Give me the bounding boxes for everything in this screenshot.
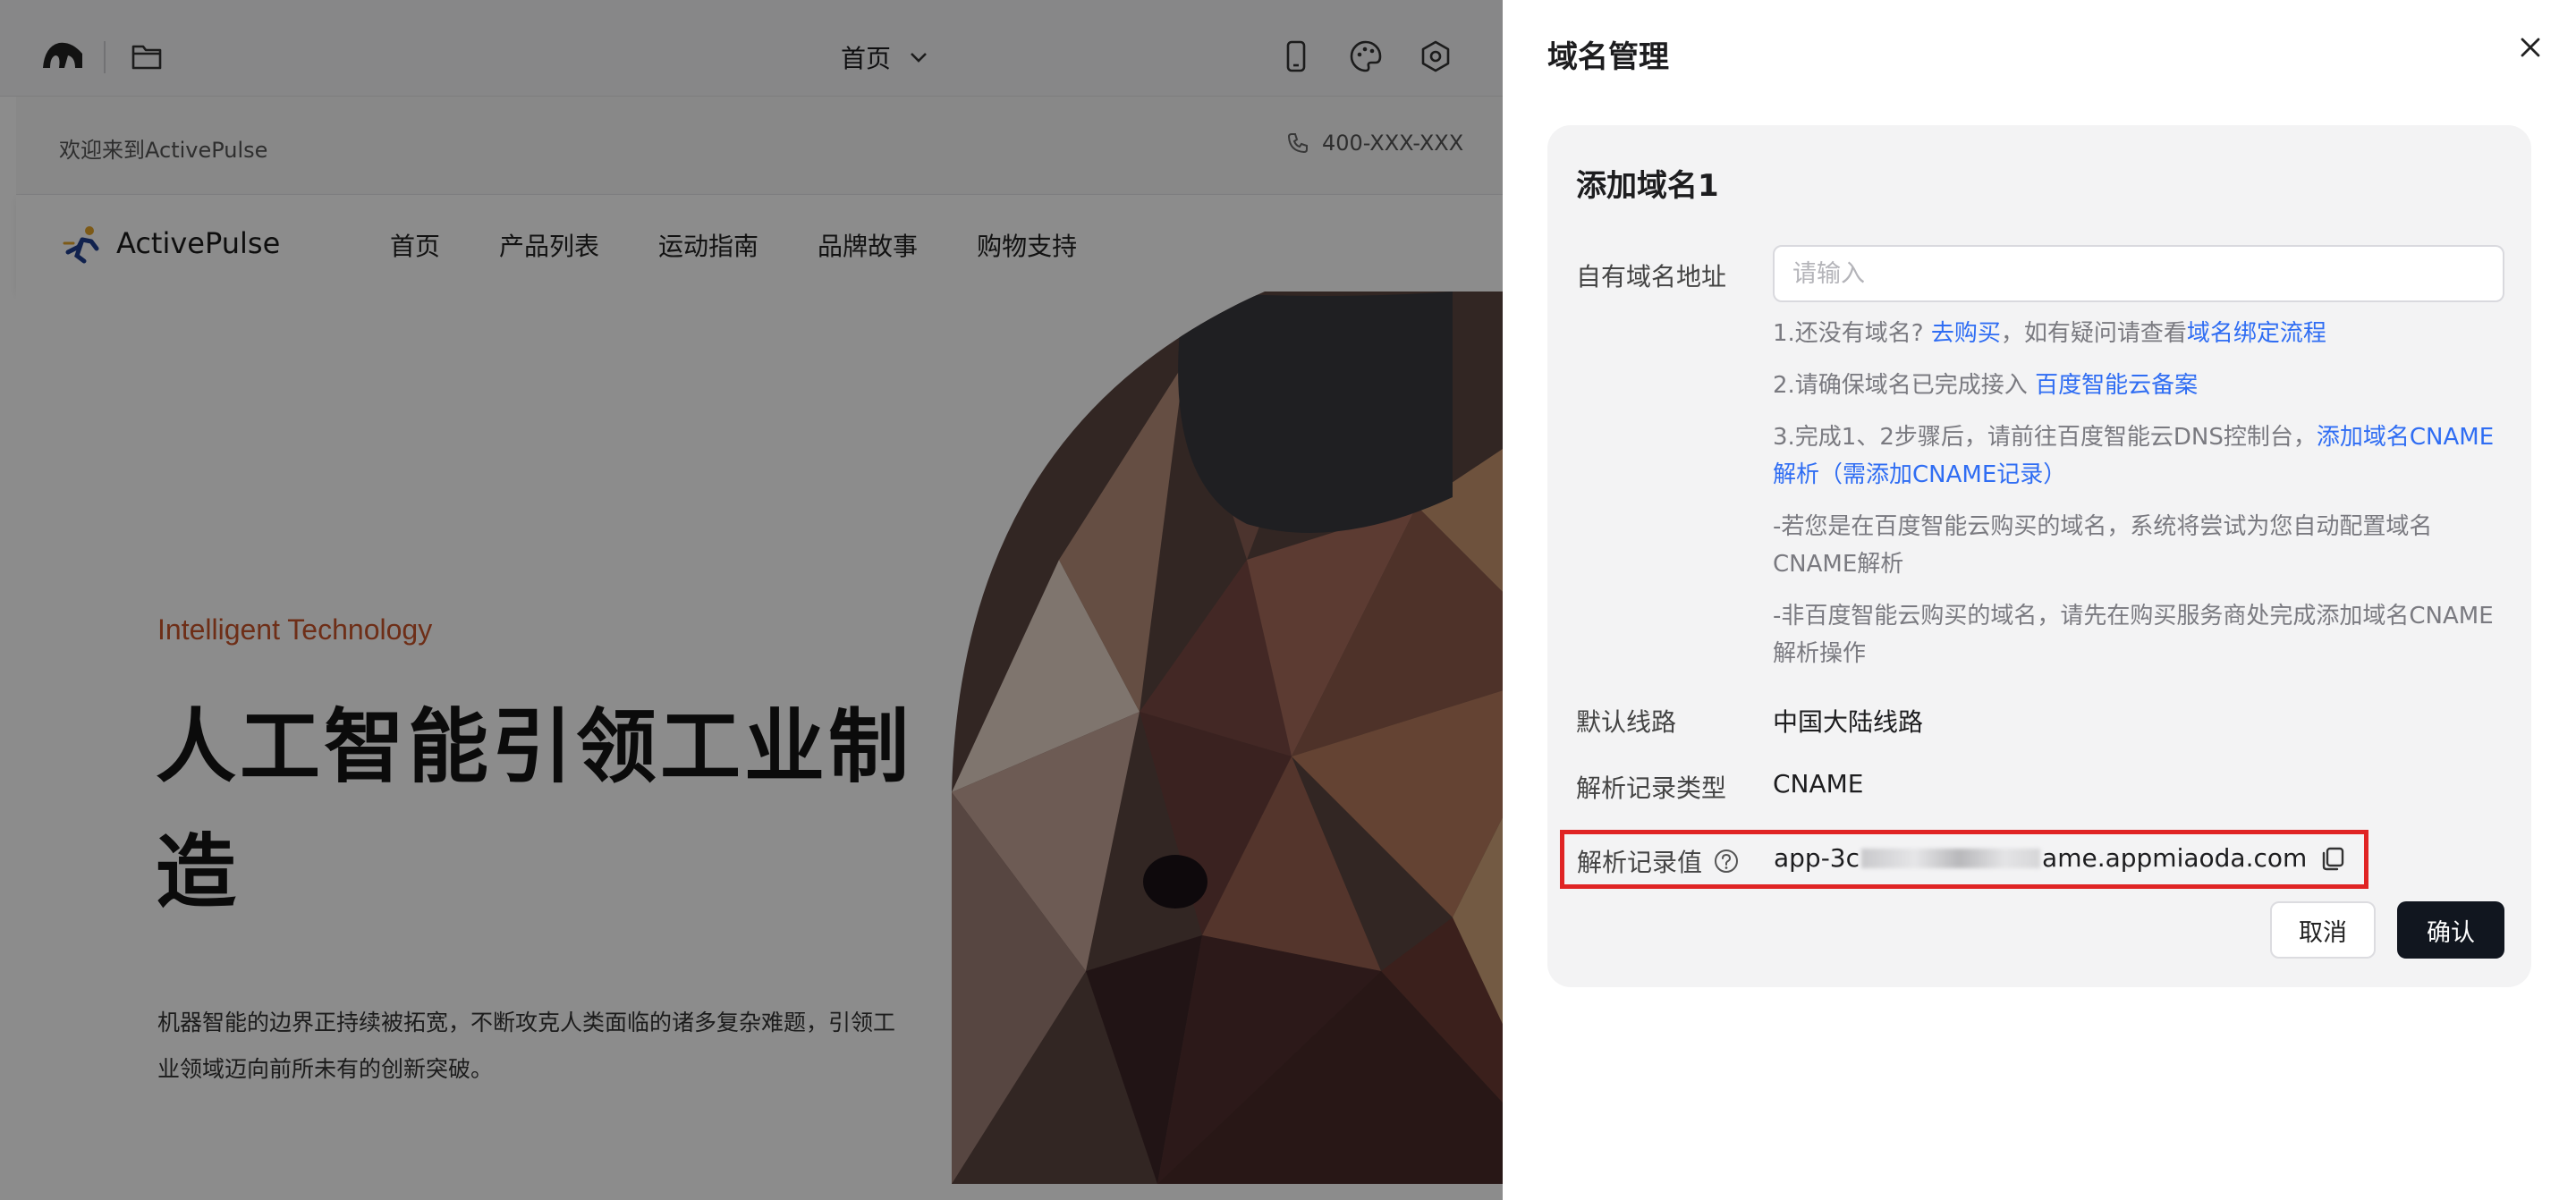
domain-address-label: 自有域名地址 [1576,262,1727,292]
record-value-suffix: ame.appmiaoda.com [2042,843,2308,873]
help-note-1-mid: ，如有疑问请查看 [2000,320,2187,347]
drawer-title: 域名管理 [1547,39,1669,75]
help-circle-icon[interactable] [1713,848,1740,875]
help-note-1-prefix: 1.还没有域名? [1773,320,1924,347]
record-type-label: 解析记录类型 [1576,773,1727,803]
record-value-prefix: app-3c [1774,843,1860,873]
domain-address-input[interactable] [1773,245,2504,302]
copy-icon[interactable] [2319,845,2346,872]
modal-overlay[interactable] [0,0,1503,1200]
record-type-value: CNAME [1773,769,1864,799]
record-value-label-group: 解析记录值 [1577,843,1740,879]
add-domain-card: 添加域名1 自有域名地址 1.还没有域名? 去购买，如有疑问请查看域名绑定流程 … [1547,125,2531,987]
default-line-label: 默认线路 [1576,707,1677,737]
help-note-2: 2.请确保域名已完成接入 百度智能云备案 [1773,367,2506,404]
record-value-label: 解析记录值 [1577,848,1703,877]
default-line-value: 中国大陆线路 [1773,707,1924,737]
record-value: app-3c ame.appmiaoda.com [1774,843,2346,873]
record-value-highlight: 解析记录值 app-3c ame.appmiaoda.com [1560,830,2368,889]
redacted-text [1861,848,2041,868]
buy-domain-link[interactable]: 去购买 [1931,320,2001,347]
help-note-3-prefix: 3.完成1、2步骤后，请前往百度智能云DNS控制台， [1773,424,2317,451]
cancel-button[interactable]: 取消 [2270,901,2376,959]
help-note-2-prefix: 2.请确保域名已完成接入 [1773,372,2028,399]
help-note-5: -非百度智能云购买的域名，请先在购买服务商处完成添加域名CNAME解析操作 [1773,603,2494,667]
help-note-4: -若您是在百度智能云购买的域名，系统将尝试为您自动配置域名CNAME解析 [1773,513,2433,578]
card-title: 添加域名1 [1576,168,1719,204]
help-note-3: 3.完成1、2步骤后，请前往百度智能云DNS控制台，添加域名CNAME解析（需添… [1773,418,2506,494]
domain-help-notes: 1.还没有域名? 去购买，如有疑问请查看域名绑定流程 2.请确保域名已完成接入 … [1773,315,2506,687]
close-icon[interactable] [2517,34,2544,61]
help-note-1: 1.还没有域名? 去购买，如有疑问请查看域名绑定流程 [1773,315,2506,352]
domain-management-drawer: 域名管理 添加域名1 自有域名地址 1.还没有域名? 去购买，如有疑问请查看域名… [1503,0,2576,1200]
icp-filing-link[interactable]: 百度智能云备案 [2035,372,2198,399]
domain-binding-guide-link[interactable]: 域名绑定流程 [2187,320,2326,347]
site-preview: 首页 欢迎来到ActivePulse 400-XXX-XXX ActivePul… [0,0,1503,1200]
confirm-button[interactable]: 确认 [2397,901,2504,959]
